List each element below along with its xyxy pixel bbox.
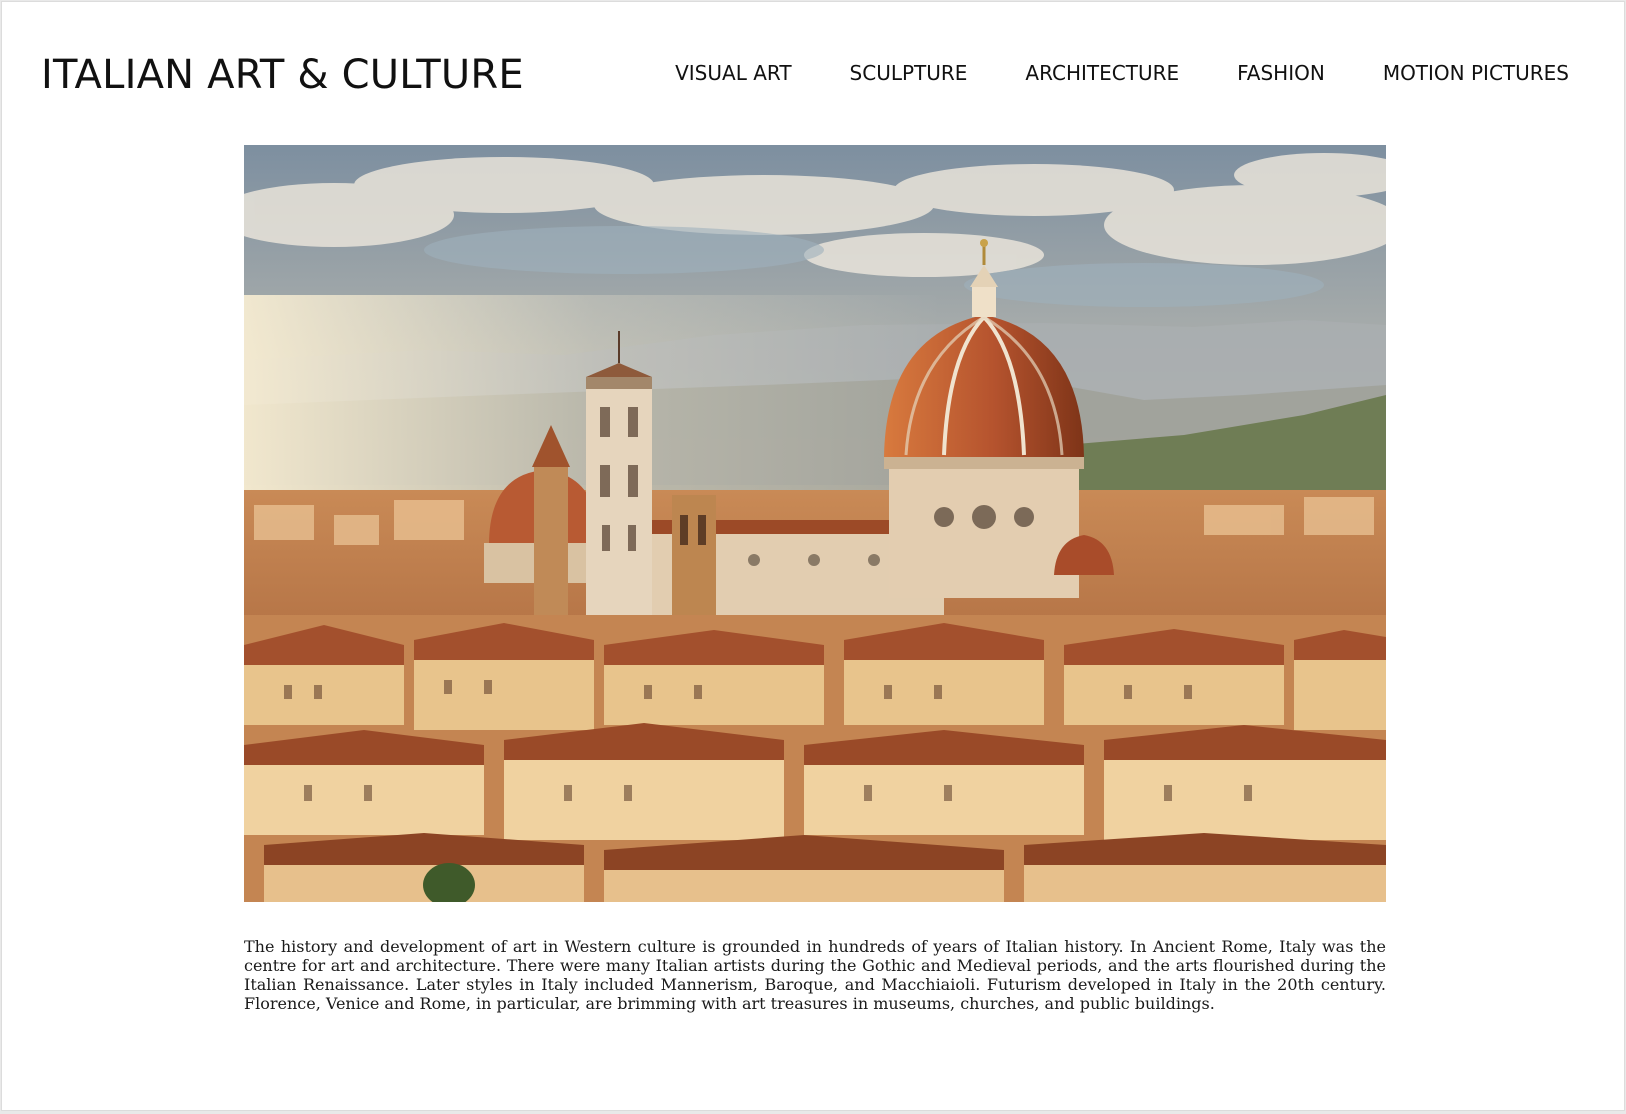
florence-skyline-illustration (244, 145, 1386, 902)
main-nav: VISUAL ART SCULPTURE ARCHITECTURE FASHIO… (675, 58, 1569, 88)
nav-link-architecture[interactable]: ARCHITECTURE (1025, 58, 1179, 88)
nav-item: SCULPTURE (850, 58, 968, 88)
nav-link-fashion[interactable]: FASHION (1237, 58, 1325, 88)
hero-image (244, 145, 1386, 902)
nav-item: VISUAL ART (675, 58, 791, 88)
nav-item: MOTION PICTURES (1383, 58, 1569, 88)
rooftops (244, 615, 1386, 902)
nav-item: FASHION (1237, 58, 1325, 88)
nav-link-visual-art[interactable]: VISUAL ART (675, 58, 791, 88)
nav-link-sculpture[interactable]: SCULPTURE (850, 58, 968, 88)
bell-tower (586, 331, 652, 617)
site-title[interactable]: ITALIAN ART & CULTURE (41, 50, 524, 100)
intro-paragraph: The history and development of art in We… (244, 937, 1386, 1013)
nav-link-motion-pictures[interactable]: MOTION PICTURES (1383, 58, 1569, 88)
page: ITALIAN ART & CULTURE VISUAL ART SCULPTU… (1, 1, 1625, 1111)
nav-item: ARCHITECTURE (1025, 58, 1179, 88)
